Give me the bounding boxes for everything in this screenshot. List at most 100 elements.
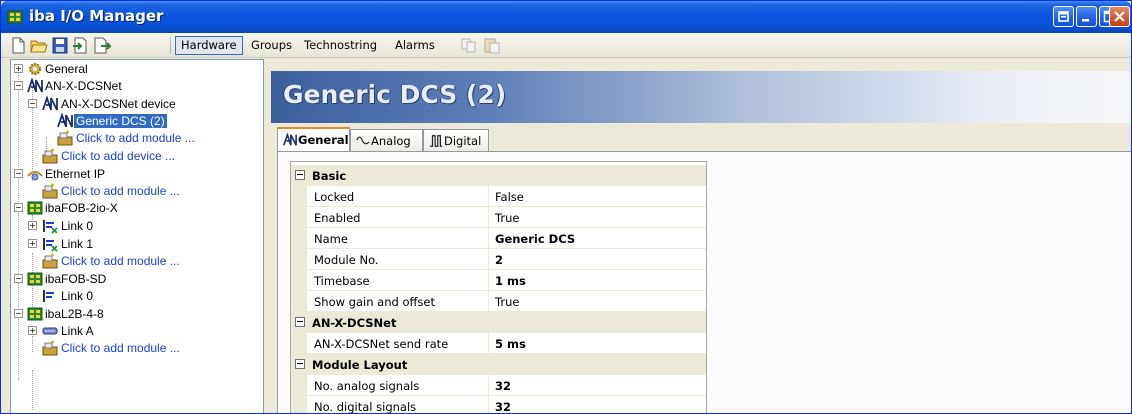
add-module-icon [42, 340, 58, 356]
property-row-analog-signals[interactable]: No. analog signals 32 [291, 375, 706, 396]
tree-item-label: AN-X-DCSNet device [61, 97, 176, 111]
link-icon [43, 238, 58, 252]
property-row-locked[interactable]: Locked False [291, 186, 706, 207]
tree-item-label: Link 0 [61, 219, 94, 233]
toolbar-separator [170, 37, 171, 54]
property-grid[interactable]: Basic Locked False Enabled True Name Gen… [290, 161, 707, 413]
minimize-icon[interactable] [1076, 6, 1097, 27]
property-row-name[interactable]: Name Generic DCS [291, 228, 706, 249]
row-gutter [291, 291, 307, 312]
expand-icon[interactable]: + [28, 221, 37, 230]
collapse-icon[interactable] [295, 359, 305, 369]
anx-icon [27, 78, 43, 93]
tree-item-label: Click to add module ... [76, 131, 195, 145]
expand-icon[interactable]: + [14, 64, 23, 73]
window-title: iba I/O Manager [29, 7, 164, 25]
collapse-icon[interactable] [295, 170, 305, 180]
property-name: Enabled [314, 211, 361, 225]
property-row-send-rate[interactable]: AN-X-DCSNet send rate 5 ms [291, 333, 706, 354]
expand-icon[interactable]: + [28, 239, 37, 248]
tab-alarms[interactable]: Alarms [395, 38, 435, 52]
board-icon [27, 272, 43, 286]
category-module-layout[interactable]: Module Layout [291, 354, 706, 375]
hardware-tree[interactable]: + General − AN-X-DCSNet − AN-X-DCSNet de… [10, 59, 264, 413]
row-gutter [291, 228, 307, 249]
tab-digital[interactable]: Digital [423, 129, 489, 151]
column-divider [488, 375, 489, 396]
property-name: Module No. [314, 253, 379, 267]
property-value[interactable]: 32 [495, 400, 511, 413]
add-module-icon [42, 253, 58, 269]
row-gutter [291, 249, 307, 270]
tree-item-label: Generic DCS (2) [74, 114, 167, 128]
tab-groups[interactable]: Groups [251, 38, 292, 52]
restore-icon[interactable] [1053, 6, 1074, 27]
tab-analog[interactable]: Analog [350, 129, 423, 151]
property-row-enabled[interactable]: Enabled True [291, 207, 706, 228]
column-divider [488, 249, 489, 270]
row-gutter [291, 375, 307, 396]
tab-hardware[interactable]: Hardware [175, 36, 243, 55]
new-icon[interactable] [9, 37, 27, 54]
column-divider [488, 291, 489, 312]
category-anx-dcsnet[interactable]: AN-X-DCSNet [291, 312, 706, 333]
collapse-icon[interactable]: − [28, 99, 37, 108]
property-row-timebase[interactable]: Timebase 1 ms [291, 270, 706, 291]
tab-general[interactable]: General [277, 127, 350, 151]
tree-item-label: Click to add device ... [61, 149, 176, 163]
column-divider [488, 396, 489, 413]
save-icon[interactable] [51, 37, 69, 54]
tab-label: Digital [444, 134, 482, 148]
close-icon[interactable] [1109, 6, 1130, 27]
property-value[interactable]: True [495, 211, 519, 225]
tab-label: General [298, 133, 349, 147]
tab-technostring[interactable]: Technostring [304, 38, 377, 52]
property-value[interactable]: 32 [495, 379, 511, 393]
tree-item-label: ibaFOB-2io-X [45, 201, 118, 215]
title-bar[interactable]: iba I/O Manager [1, 1, 1131, 33]
add-module-icon [57, 130, 73, 146]
category-label: Basic [312, 169, 347, 183]
open-icon[interactable] [30, 37, 48, 54]
property-name: Timebase [314, 274, 370, 288]
row-gutter [291, 186, 307, 207]
property-value[interactable]: False [495, 190, 524, 204]
property-row-digital-signals[interactable]: No. digital signals 32 [291, 396, 706, 413]
paste-icon[interactable] [483, 37, 501, 54]
anx-icon [42, 96, 58, 111]
collapse-icon[interactable]: − [14, 274, 23, 283]
tree-item-label: Ethernet IP [45, 167, 106, 181]
tree-line [32, 370, 33, 410]
tree-item-label: Link 1 [61, 237, 94, 251]
collapse-icon[interactable] [295, 317, 305, 327]
page-title: Generic DCS (2) [283, 80, 507, 109]
collapse-icon[interactable]: − [14, 203, 23, 212]
property-row-module-no[interactable]: Module No. 2 [291, 249, 706, 270]
row-gutter [291, 396, 307, 413]
collapse-icon[interactable]: − [14, 169, 23, 178]
tree-item-label: General [45, 62, 88, 76]
network-icon [27, 171, 43, 181]
analog-wave-icon [356, 136, 370, 145]
property-value[interactable]: True [495, 295, 519, 309]
category-basic[interactable]: Basic [291, 165, 706, 186]
tree-line [18, 70, 19, 380]
collapse-icon[interactable]: − [14, 81, 23, 90]
row-gutter [291, 207, 307, 228]
expand-icon[interactable]: + [28, 326, 37, 335]
property-value[interactable]: 5 ms [495, 337, 526, 351]
import-icon[interactable] [72, 37, 90, 54]
row-gutter [291, 333, 307, 354]
property-value[interactable]: 1 ms [495, 274, 526, 288]
copy-icon[interactable] [460, 37, 478, 54]
collapse-icon[interactable]: − [14, 309, 23, 318]
board-icon [27, 201, 43, 215]
property-row-show-gain[interactable]: Show gain and offset True [291, 291, 706, 312]
export-icon[interactable] [93, 37, 111, 54]
property-value[interactable]: Generic DCS [495, 232, 575, 246]
board-icon [27, 307, 43, 321]
property-value[interactable]: 2 [495, 253, 503, 267]
link-icon [43, 220, 58, 234]
category-label: AN-X-DCSNet [312, 316, 397, 330]
add-module-icon [42, 183, 58, 199]
